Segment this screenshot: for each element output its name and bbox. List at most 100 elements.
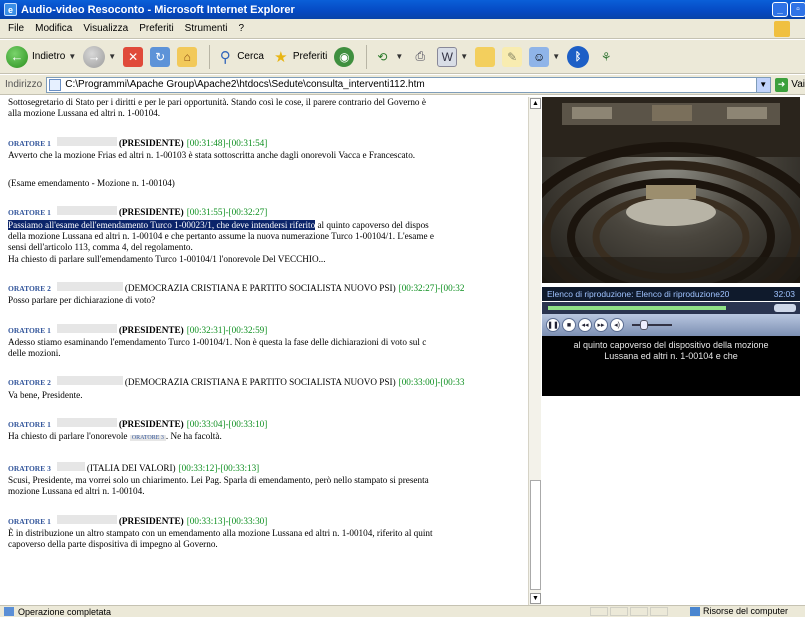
transcript-entry: ORATORE 1 (PRESIDENTE) [00:31:48]-[00:31… [8,136,527,162]
speaker-label[interactable]: ORATORE 2 [8,283,51,294]
speaker-name-redacted [56,376,123,386]
text-line: Adesso stiamo esaminando l'emendamento T… [8,336,427,347]
ie-icon: e [4,3,17,16]
zone-label: Risorse del computer [703,606,789,616]
text-line: Passiamo all'esame dell'emendamento Turc… [8,219,527,231]
transcript-scrollbar[interactable]: ▲ ▼ [528,97,541,605]
parliament-chamber-image [542,97,800,283]
timestamp-link[interactable]: [00:31:55]-[00:32:27] [187,207,268,218]
speaker-label[interactable]: ORATORE 1 [8,207,51,218]
text-line: È in distribuzione un altro stampato con… [8,527,433,538]
text-line: Scusi, Presidente, ma vorrei solo un chi… [8,474,429,485]
seek-bar[interactable] [542,302,800,314]
media-button[interactable]: ◉ [334,46,355,67]
video-frame[interactable] [542,97,800,283]
back-dropdown-icon[interactable]: ▼ [68,52,76,61]
bluetooth-button[interactable]: ᛒ [567,45,590,68]
speaker-label[interactable]: ORATORE 1 [8,419,51,430]
menu-bar: File Modifica Visualizza Preferiti Strum… [0,19,805,39]
toolbar-separator [209,44,211,69]
previous-icon[interactable]: ◂◂ [578,318,592,332]
go-label[interactable]: Vai [791,79,805,90]
back-button[interactable]: ← Indietro ▼ [6,45,76,68]
forward-button[interactable]: → ▼ [83,45,116,68]
research-button[interactable]: ✎ [502,46,523,67]
text-line: della mozione Lussana ed altri n. 1-0010… [8,231,434,242]
menu-strumenti[interactable]: Strumenti [185,23,228,34]
speaker-label[interactable]: ORATORE 3 [8,463,51,474]
volume-knob[interactable] [640,320,648,330]
speaker-role: (PRESIDENTE) [118,324,184,335]
seek-end-button[interactable] [774,304,796,312]
back-arrow-icon: ← [6,45,28,68]
refresh-icon: ↻ [150,46,171,67]
print-button[interactable]: ⎙ [410,47,430,67]
edit-dropdown-icon[interactable]: ▼ [460,52,468,61]
text-rest: al quinto capoverso del dispos [315,219,429,230]
text-line: delle mozioni. [8,348,61,359]
next-icon[interactable]: ▸▸ [594,318,608,332]
address-dropdown-icon[interactable]: ▼ [755,77,770,92]
caption-line: al quinto capoverso del dispositivo dell… [573,340,769,350]
extra-button[interactable]: ⚘ [596,47,616,67]
stop-button[interactable]: ✕ [123,46,144,67]
speaker-role: (PRESIDENTE) [118,419,184,430]
stop-icon[interactable]: ■ [562,318,576,332]
speaker-label[interactable]: ORATORE 1 [8,325,51,336]
playlist-bar[interactable]: Elenco di riproduzione: Elenco di riprod… [542,287,800,301]
volume-slider[interactable] [632,320,672,330]
timestamp-link[interactable]: [00:33:00]-[00:33 [399,377,465,388]
scroll-down-icon[interactable]: ▼ [530,593,541,604]
history-icon: ⟲ [377,49,388,64]
timestamp-link[interactable]: [00:33:12]-[00:33:13] [179,463,260,474]
favorites-button[interactable]: ★ Preferiti [271,47,327,67]
windows-logo-icon [774,21,790,37]
speaker-label[interactable]: ORATORE 2 [8,377,51,388]
text-line: sensi dell'articolo 113, comma 4, del re… [8,242,193,253]
speaker-role: (ITALIA DEI VALORI) [86,462,176,473]
menu-preferiti[interactable]: Preferiti [139,23,173,34]
history-button[interactable]: ⟲ ▼ [372,47,403,67]
timestamp-link[interactable]: [00:31:48]-[00:31:54] [187,138,268,149]
computer-icon [690,606,700,616]
status-pane [610,607,628,616]
player-controls: ❚❚ ■ ◂◂ ▸▸ ◂) [542,314,800,336]
home-button[interactable]: ⌂ [177,46,198,67]
mute-icon[interactable]: ◂) [610,318,624,332]
timestamp-link[interactable]: [00:33:13]-[00:33:30] [187,516,268,527]
menu-file[interactable]: File [8,23,24,34]
text-line: alla mozione Lussana ed altri n. 1-00104… [8,108,161,119]
scroll-up-icon[interactable]: ▲ [530,98,541,109]
go-arrow-icon[interactable]: ➜ [774,77,789,92]
address-input[interactable]: C:\Programmi\Apache Group\Apache2\htdocs… [46,76,771,93]
search-button[interactable]: ⚲ Cerca [215,47,264,67]
forward-arrow-icon: → [83,45,106,68]
timestamp-link[interactable]: [00:32:31]-[00:32:59] [187,325,268,336]
edit-button[interactable]: W ▼ [437,46,468,67]
forward-dropdown-icon[interactable]: ▼ [108,52,116,61]
history-dropdown-icon[interactable]: ▼ [395,52,403,61]
text-line: mozione Lussana ed altri n. 1-00104. [8,486,145,497]
bluetooth-icon: ᛒ [567,45,590,68]
menu-help[interactable]: ? [238,23,244,34]
text-line: Posso parlare per dichiarazione di voto? [8,295,156,306]
scroll-thumb[interactable] [530,480,541,590]
messenger-button[interactable]: ☺ ▼ [529,46,560,67]
timestamp-link[interactable]: [00:32:27]-[00:32 [399,283,465,294]
minimize-button[interactable]: _ [772,2,788,17]
speaker-tag-link[interactable]: ORATORE 3 [129,435,166,442]
menu-visualizza[interactable]: Visualizza [83,23,128,34]
folder-button[interactable] [475,46,496,67]
pause-icon[interactable]: ❚❚ [546,318,560,332]
speaker-label[interactable]: ORATORE 1 [8,138,51,149]
timestamp-link[interactable]: [00:33:04]-[00:33:10] [187,419,268,430]
menu-modifica[interactable]: Modifica [35,23,72,34]
refresh-button[interactable]: ↻ [150,46,171,67]
stop-icon: ✕ [123,46,144,67]
transcript-entry: ORATORE 1 (PRESIDENTE) [00:31:55]-[00:32… [8,206,527,264]
speaker-label[interactable]: ORATORE 1 [8,516,51,527]
speaker-role: (PRESIDENTE) [118,137,184,148]
maximize-button[interactable]: ▫ [790,2,805,17]
messenger-dropdown-icon[interactable]: ▼ [552,52,560,61]
toolbar: ← Indietro ▼ → ▼ ✕ ↻ ⌂ ⚲ Cerca ★ Preferi… [0,40,805,74]
